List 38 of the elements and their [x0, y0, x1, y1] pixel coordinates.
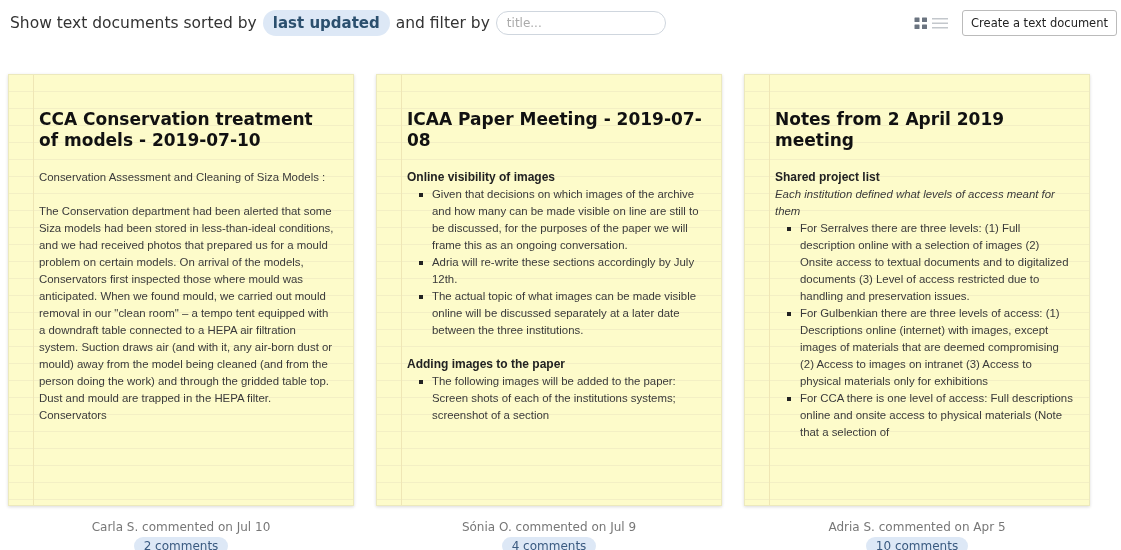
section-heading: Shared project list	[775, 169, 881, 186]
filter-field[interactable]: title...	[495, 11, 666, 35]
section-heading: Online visibility of images	[407, 169, 557, 186]
document-card[interactable]	[376, 74, 722, 506]
document-title: Notes from 2 April 2019 meeting	[775, 109, 1006, 151]
bullet-icon	[419, 295, 423, 299]
comments-count[interactable]: 4 comments	[501, 537, 597, 550]
bullet-icon	[419, 380, 423, 384]
filter-label: and filter by	[395, 14, 490, 32]
list-item-text: Given that decisions on which images of the archive and how many can be made visible on line are still to be discussed, for the purposes of the paper we will frame this as an ongoing conversation.	[432, 187, 700, 253]
document-title: ICAA Paper Meeting - 2019-07-08	[407, 109, 703, 151]
sort-label: Show text documents sorted by	[10, 14, 257, 32]
bullet-icon	[787, 312, 791, 316]
document-card[interactable]	[8, 74, 354, 506]
document-title: CCA Conservation treatment of models - 2019-07-10	[39, 109, 314, 151]
comments-count[interactable]: 10 comments	[865, 537, 969, 550]
list-item-text: Adria will re-write these sections accordingly by July 12th.	[432, 255, 696, 287]
note-text: Each institution defined what levels of access meant for them	[775, 187, 1056, 219]
bullet-icon	[419, 193, 423, 197]
sort-option[interactable]: last updated	[262, 10, 390, 36]
body-text: Conservation Assessment and Cleaning of Siza Models :	[39, 170, 327, 185]
list-item-text: The actual topic of what images can be made visible online will be discussed separately at a later date between the three institutions.	[432, 289, 698, 338]
list-item-text: For Gulbenkian there are three levels of access: (1) Descriptions online (internet) with images, except images of materials that are deemed compromising (2) Access to images on intranet (3) Access to physical materials only for exhibitions	[800, 306, 1061, 389]
bullet-icon	[787, 227, 791, 231]
body-text: The Conservation department had been alerted that some Siza models had been stored in less-than-ideal conditions, and we had received photos that prepared us for a mould problem on certain models. On arrival of the models, Conservators first inspected those where mould was anticipated. When we found mould, we carried out mould removal in our "clean room" – a tempo tent equipped with a downdraft table connected to a HEPA air filtration system. Suction draws air (and with it, any air-born dust or mould) away from the model being cleaned (and from the person doing the work) and through the gridded table top. Dust and mould are trapped in the HEPA filter. Conservators	[39, 204, 335, 423]
list-item-text: For Serralves there are three levels: (1) Full description online with a selection of images (2) Onsite access to textual documents and to digitalized documents (3) Level of access restricted due to handling and preservation issues.	[800, 221, 1070, 304]
last-comment-text: Sónia O. commented on Jul 9	[461, 520, 637, 534]
list-item-text: For CCA there is one level of access: Full descriptions online and onsite access to physical materials (Note that a selection of	[800, 391, 1073, 440]
section-heading: Adding images to the paper	[407, 356, 566, 373]
bullet-icon	[419, 261, 423, 265]
last-comment-text: Carla S. commented on Jul 10	[91, 520, 271, 534]
create-button[interactable]: Create a text document	[962, 10, 1117, 36]
bullet-icon	[787, 397, 791, 401]
comments-count[interactable]: 2 comments	[133, 537, 229, 550]
list-item-text: The following images will be added to the paper: Screen shots of each of the institutions systems; screenshot of a section	[432, 374, 677, 423]
document-card[interactable]	[744, 74, 1090, 506]
last-comment-text: Adria S. commented on Apr 5	[828, 520, 1006, 534]
grid-view-icon[interactable]	[914, 16, 929, 30]
